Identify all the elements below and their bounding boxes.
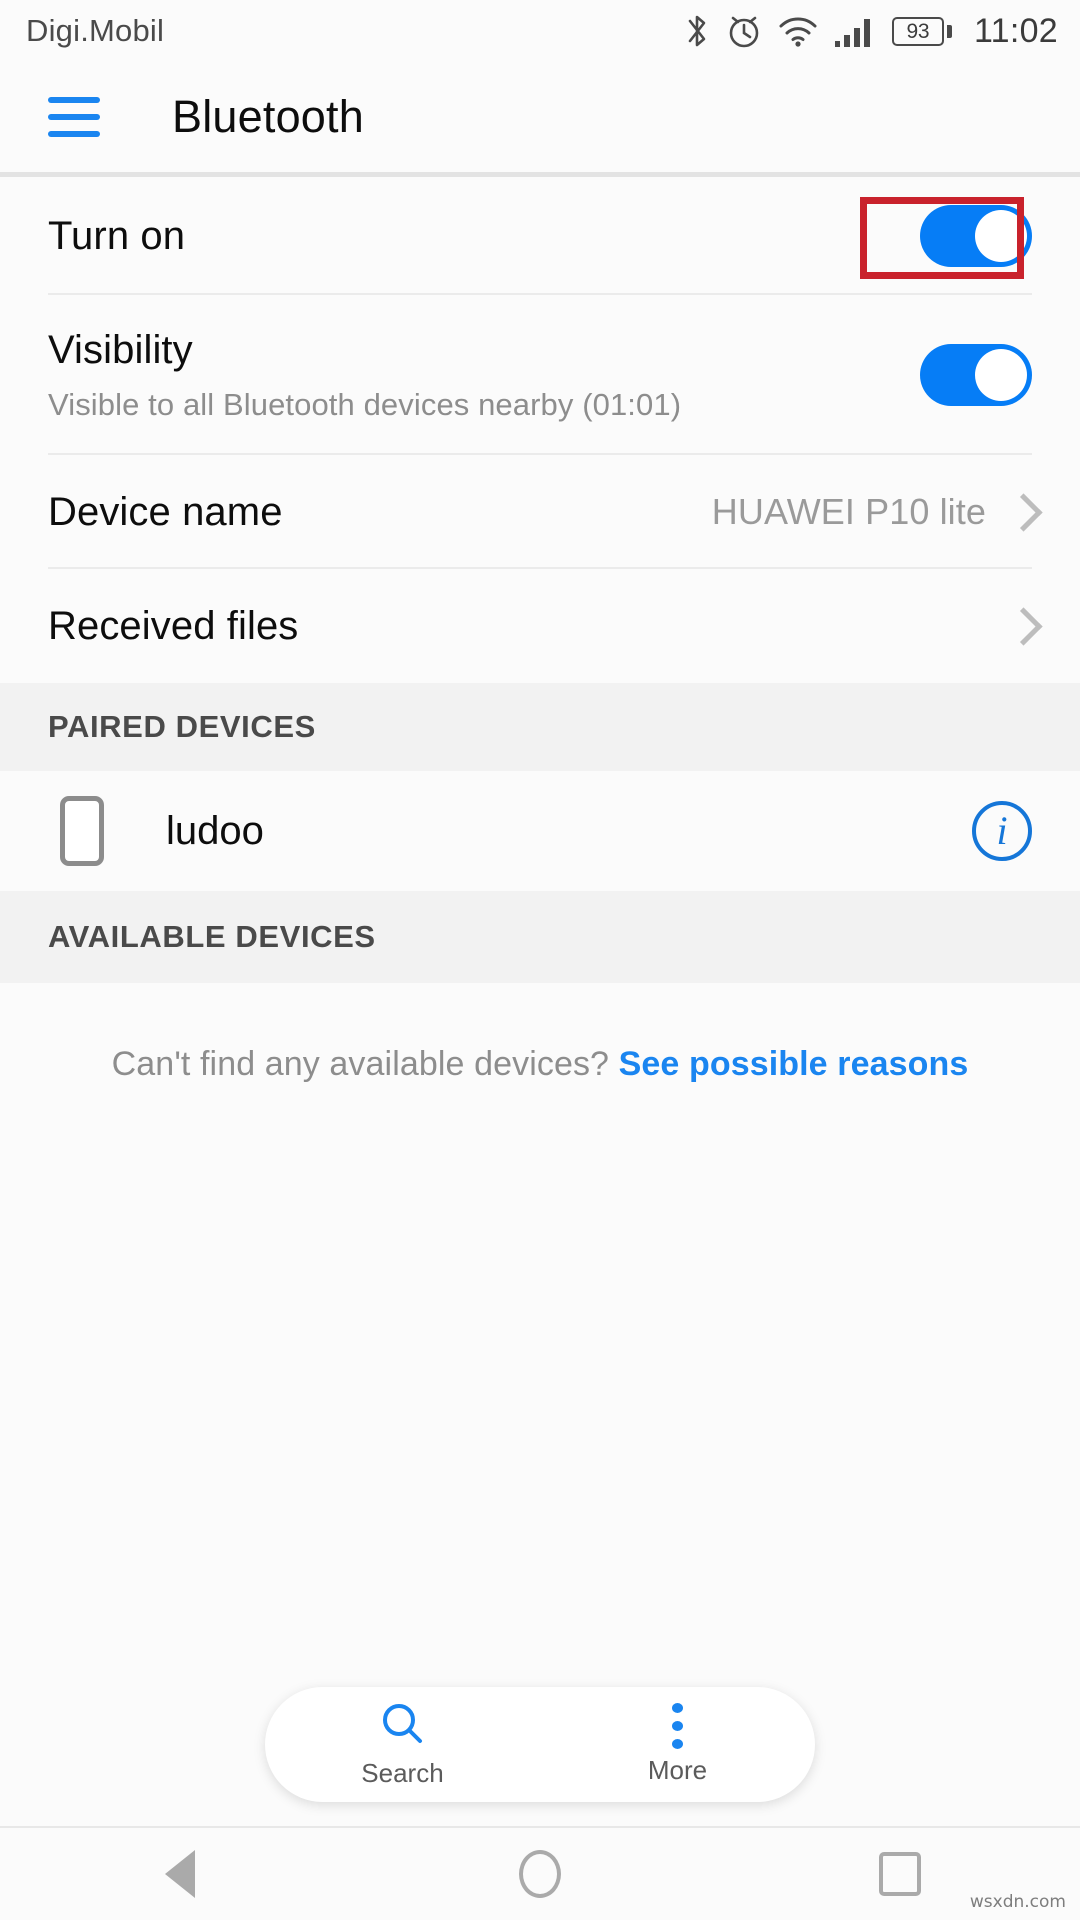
status-icons: 93 11:02: [684, 12, 1058, 51]
visibility-toggle[interactable]: [920, 344, 1032, 406]
bottom-action-bar: Search More: [0, 1687, 1080, 1826]
toggle-knob: [975, 349, 1027, 401]
page-title: Bluetooth: [172, 91, 364, 142]
row-turn-on[interactable]: Turn on: [0, 177, 1080, 295]
visibility-text-group: Visibility Visible to all Bluetooth devi…: [48, 328, 681, 423]
alarm-icon: [726, 12, 762, 50]
device-name-label: Device name: [48, 489, 283, 534]
hamburger-line: [48, 131, 100, 137]
available-devices-header: AVAILABLE DEVICES: [0, 891, 1080, 983]
device-name-value: HUAWEI P10 lite: [711, 491, 986, 532]
see-possible-reasons-link[interactable]: See possible reasons: [619, 1045, 969, 1083]
row-device-name[interactable]: Device name HUAWEI P10 lite: [0, 455, 1080, 569]
chevron-right-icon: [1010, 492, 1032, 532]
phone-screen: Digi.Mobil 93 11:02 Bluetooth Turn on Vi…: [0, 0, 1080, 1920]
more-button[interactable]: More: [540, 1703, 815, 1786]
wifi-icon: [778, 14, 818, 48]
battery-percent-label: 93: [906, 19, 930, 43]
nav-back-button[interactable]: [90, 1828, 270, 1920]
turn-on-label: Turn on: [48, 213, 186, 258]
info-circle-icon[interactable]: i: [972, 801, 1032, 861]
action-pill: Search More: [265, 1687, 815, 1802]
content-filler: [0, 1084, 1080, 1687]
paired-device-row[interactable]: ludoo i: [0, 771, 1080, 891]
paired-device-name: ludoo: [166, 808, 264, 853]
chevron-right-icon: [1010, 606, 1032, 646]
visibility-label: Visibility: [48, 327, 193, 372]
paired-devices-header: PAIRED DEVICES: [0, 683, 1080, 771]
clock-label: 11:02: [973, 11, 1058, 50]
nav-recents-button[interactable]: [810, 1828, 990, 1920]
carrier-label: Digi.Mobil: [26, 13, 165, 48]
received-files-label: Received files: [48, 603, 299, 648]
no-devices-text: Can't find any available devices?: [111, 1045, 610, 1083]
android-nav-bar: wsxdn.com: [0, 1826, 1080, 1920]
row-received-files[interactable]: Received files: [0, 569, 1080, 683]
more-button-label: More: [647, 1755, 708, 1785]
search-button[interactable]: Search: [265, 1701, 540, 1789]
visibility-sublabel: Visible to all Bluetooth devices nearby …: [48, 386, 682, 422]
hamburger-line: [48, 97, 100, 103]
battery-cap: [946, 24, 952, 38]
row-visibility[interactable]: Visibility Visible to all Bluetooth devi…: [0, 295, 1080, 455]
search-icon: [380, 1701, 426, 1752]
home-circle-icon: [519, 1850, 561, 1898]
hamburger-line: [48, 114, 100, 120]
recents-square-icon: [879, 1852, 921, 1896]
battery-icon: 93: [891, 16, 952, 46]
dot: [672, 1721, 683, 1731]
bluetooth-icon: [684, 12, 710, 50]
nav-home-button[interactable]: [450, 1828, 630, 1920]
dot: [672, 1703, 683, 1713]
search-button-label: Search: [361, 1757, 444, 1788]
dot: [672, 1739, 683, 1749]
signal-icon: [834, 14, 876, 48]
back-triangle-icon: [165, 1850, 195, 1898]
turn-on-toggle[interactable]: [920, 205, 1032, 267]
settings-content: Turn on Visibility Visible to all Blueto…: [0, 177, 1080, 1826]
status-bar: Digi.Mobil 93 11:02: [0, 0, 1080, 62]
hamburger-menu-icon[interactable]: [48, 97, 100, 137]
app-bar: Bluetooth: [0, 62, 1080, 172]
no-devices-note: Can't find any available devices? See po…: [0, 983, 1080, 1084]
phone-device-icon: [60, 796, 104, 866]
watermark-label: wsxdn.com: [969, 1892, 1066, 1912]
more-vertical-icon: [672, 1703, 683, 1749]
toggle-knob: [975, 210, 1027, 262]
